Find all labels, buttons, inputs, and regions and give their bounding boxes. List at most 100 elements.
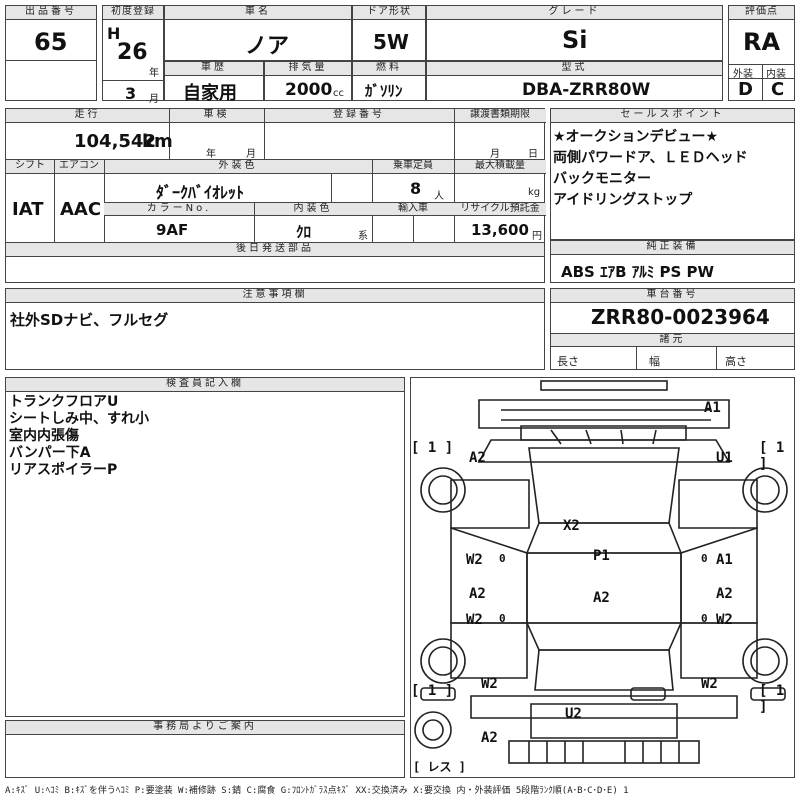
- damage-zero-left-2: 0: [499, 612, 506, 625]
- damage-x2: X2: [563, 518, 580, 534]
- score-cell: 評価点 RA 外装 内装 D C: [728, 5, 795, 101]
- sales-point-line: アイドリングストップ: [553, 192, 693, 208]
- tire-spare: [ レス ]: [413, 760, 466, 774]
- first-reg-year-unit: 年: [149, 68, 159, 79]
- history: 自家用: [183, 83, 237, 104]
- transfer-month-unit: 月: [490, 149, 500, 160]
- tire-front-right: [ 1 ]: [759, 440, 785, 472]
- chassis-no: ZRR80-0023964: [591, 305, 770, 329]
- equipment-header: 純正装備: [551, 241, 794, 255]
- car-outline: [414, 380, 788, 764]
- mileage-inspection-block: 走行 車検 登録番号 譲渡書類期限 104,542 km 年 月 月 日 シフト…: [5, 108, 546, 258]
- model-cell: 型式 DBA-ZRR80W: [426, 61, 723, 101]
- int-color: ｸﾛ: [296, 223, 312, 241]
- grade: Si: [562, 26, 588, 54]
- tire-rear-right: [ 1 ]: [759, 683, 785, 715]
- damage-zero-right-2: 0: [701, 612, 708, 625]
- recycle: 13,600: [471, 221, 529, 239]
- office-cell: 事務局よりご案内: [5, 720, 405, 778]
- grade-cell: グレード Si: [426, 5, 723, 61]
- damage-a1-top: A1: [704, 400, 721, 416]
- first-reg-header: 初度登録: [103, 6, 163, 20]
- spec-height: 高さ: [725, 355, 747, 368]
- lot-number-cell: 出品番号 65: [5, 5, 97, 101]
- shift-header: シフト: [6, 160, 54, 174]
- damage-zero-right: 0: [701, 552, 708, 565]
- inspector-header: 検査員記入欄: [6, 378, 404, 392]
- displacement: 2000: [285, 80, 333, 100]
- office-header: 事務局よりご案内: [6, 721, 404, 735]
- recycle-header: リサイクル預託金: [454, 203, 546, 216]
- inspector-list: トランクフロアU シートしみ中、すれ小 室内内張傷 バンパー下A リアスポイラー…: [9, 394, 149, 479]
- exterior-grade: D: [738, 79, 753, 100]
- color-no-header: カラーNo.: [104, 203, 254, 216]
- damage-a2-center: A2: [593, 590, 610, 606]
- damage-w2-rear-right: W2: [701, 676, 718, 692]
- notes-text: 社外SDナビ、フルセグ: [10, 311, 169, 329]
- damage-w2-right-2: W2: [716, 612, 733, 628]
- damage-zero-left: 0: [499, 552, 506, 565]
- lot-number: 65: [34, 28, 68, 56]
- ext-color: ﾀﾞｰｸﾊﾞｲｵﾚｯﾄ: [156, 183, 245, 202]
- displacement-unit: cc: [333, 88, 344, 99]
- notes-header: 注意事項欄: [6, 289, 544, 303]
- notes-cell: 注意事項欄 社外SDナビ、フルセグ: [5, 288, 545, 370]
- ext-color-header: 外装色: [104, 160, 372, 174]
- inspector-line: バンパー下A: [9, 445, 91, 461]
- fuel-header: 燃料: [353, 62, 425, 76]
- damage-p1: P1: [593, 548, 610, 564]
- damage-a2-right-2: A2: [716, 586, 733, 602]
- first-reg-month-unit: 月: [149, 94, 159, 105]
- damage-w2-left-1: W2: [466, 552, 483, 568]
- door-type-cell: ドア形状 5W: [352, 5, 426, 61]
- displacement-cell: 排気量 2000 cc: [264, 61, 352, 101]
- spec-width: 幅: [649, 355, 660, 368]
- equipment-cell: 純正装備 ABS ｴｱB ｱﾙﾐ PS PW: [550, 240, 795, 283]
- capacity-unit: 人: [434, 191, 444, 202]
- chassis-header: 車台番号: [551, 289, 794, 303]
- int-color-header: 内装色: [254, 203, 372, 216]
- history-cell: 車歴 自家用: [164, 61, 264, 104]
- score-header: 評価点: [729, 6, 794, 20]
- import-header: 輸入車: [372, 203, 454, 216]
- model-header: 型式: [427, 62, 722, 76]
- equipment: ABS ｴｱB ｱﾙﾐ PS PW: [561, 263, 715, 281]
- damage-a2-front-left: A2: [469, 450, 486, 466]
- damage-a2-spare: A2: [481, 730, 498, 746]
- shift: IAT: [12, 199, 44, 220]
- inspector-line: リアスポイラーP: [9, 462, 118, 478]
- damage-u1-front-right: U1: [716, 450, 733, 466]
- legend: A:ｷｽﾞ U:ﾍｺﾐ B:ｷｽﾞを伴うﾍｺﾐ P:要塗装 W:補修跡 S:錆 …: [5, 786, 629, 796]
- car-diagram: A1 A2 U1 X2 P1 W2 0 0 A1 A2 A2 A2 W2 0 0…: [410, 377, 795, 778]
- int-color-unit: 系: [358, 231, 368, 242]
- inspector-line: シートしみ中、すれ小: [9, 411, 149, 427]
- displacement-header: 排気量: [265, 62, 351, 76]
- door-type: 5W: [373, 30, 409, 54]
- ac: AAC: [60, 199, 102, 220]
- interior-grade: C: [771, 79, 785, 100]
- inspector-line: 室内内張傷: [9, 428, 79, 444]
- tire-rear-left: [ 1 ]: [411, 683, 454, 699]
- sales-point-line: ★オークションデビュー★: [553, 129, 719, 145]
- damage-a1-right-1: A1: [716, 552, 733, 568]
- tire-front-left: [ 1 ]: [411, 440, 454, 456]
- history-header: 車歴: [165, 62, 263, 76]
- later-parts-cell: [5, 256, 545, 283]
- ac-header: エアコン: [54, 160, 104, 174]
- reg-no-header: 登録番号: [264, 109, 454, 123]
- sales-point-line: バックモニター: [553, 171, 651, 187]
- spec-length: 長さ: [557, 355, 579, 368]
- damage-w2-rear-left: W2: [481, 676, 498, 692]
- sales-point-line: 両側パワードア、ＬＥＤヘッド: [553, 150, 748, 166]
- mileage-unit: km: [142, 131, 173, 152]
- recycle-unit: 円: [532, 231, 542, 242]
- fuel-cell: 燃料 ｶﾞｿﾘﾝ: [352, 61, 426, 101]
- transfer-day-unit: 日: [528, 149, 538, 160]
- sales-point-list: ★オークションデビュー★ 両側パワードア、ＬＥＤヘッド バックモニター アイドリ…: [553, 127, 748, 211]
- chassis-cell: 車台番号 ZRR80-0023964 諸元 長さ 幅 高さ: [550, 288, 795, 370]
- exterior-header: 外装: [733, 69, 753, 80]
- color-no: 9AF: [156, 221, 189, 239]
- inspection-month-unit: 月: [246, 149, 256, 160]
- inspector-line: トランクフロアU: [9, 394, 119, 410]
- fuel: ｶﾞｿﾘﾝ: [365, 82, 403, 100]
